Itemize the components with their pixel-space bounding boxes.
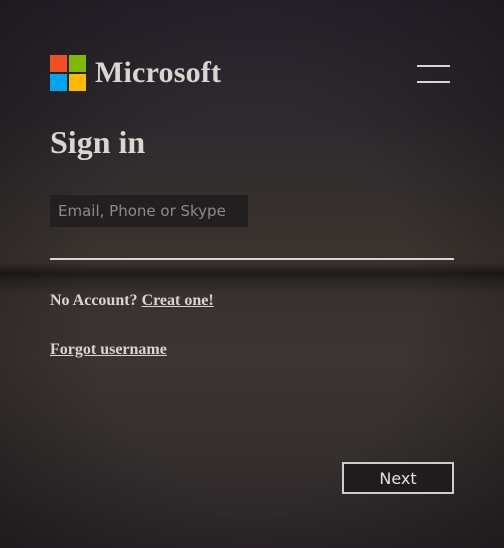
menu-bar-top [417,65,450,67]
next-button[interactable]: Next [342,462,454,494]
no-account-label: No Account? [50,292,138,309]
page-title: Sign in [50,124,146,160]
email-field[interactable] [50,195,248,227]
brand-name: Microsoft [95,56,222,89]
logo-yellow-square [69,74,86,91]
microsoft-logo-icon [50,55,86,91]
header: Microsoft [50,55,221,91]
no-account-row: No Account? Creat one! [50,292,214,310]
menu-bar-bottom [417,81,450,83]
forgot-username-link[interactable]: Forgot username [50,341,167,359]
hamburger-menu-icon[interactable] [417,64,450,84]
create-account-link[interactable]: Creat one! [142,292,214,309]
input-underline [50,258,454,260]
logo-green-square [69,55,86,72]
logo-blue-square [50,74,67,91]
logo-red-square [50,55,67,72]
